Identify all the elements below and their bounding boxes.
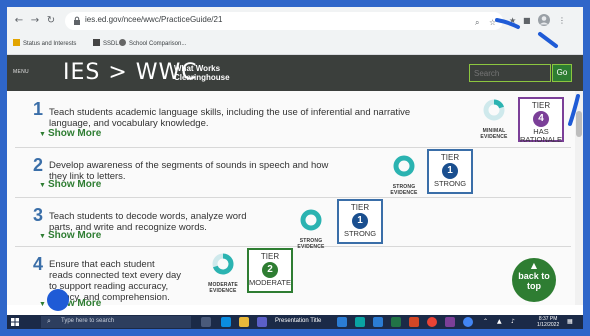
show-more-link[interactable]: ▼ Show More (39, 128, 101, 139)
app-icon[interactable] (463, 317, 473, 327)
recommendation-number: 1 (33, 99, 44, 119)
zoom-icon[interactable]: ⌕ (475, 18, 479, 28)
bookmark-favicon-icon (93, 39, 100, 46)
bookmark-favicon-icon (119, 39, 126, 46)
site-search-input[interactable] (469, 64, 551, 82)
windows-start-icon[interactable] (11, 318, 19, 326)
menu-dots-icon[interactable]: ⋮ (558, 16, 566, 25)
back-arrow-icon[interactable]: ← (13, 15, 25, 27)
tier-badge: TIER 1 STRONG (337, 199, 383, 244)
teams-icon[interactable] (257, 317, 267, 327)
tier-number: 4 (533, 111, 549, 127)
forward-arrow-icon[interactable]: → (29, 15, 41, 27)
site-header: MENU IES > WWC What Works Clearinghouse … (7, 55, 583, 91)
recommendation-number: 2 (33, 155, 44, 175)
tier-number: 1 (442, 163, 458, 179)
bookmark-item[interactable]: SSDL (93, 39, 119, 47)
chevron-down-icon: ▼ (39, 131, 46, 138)
taskbar-tooltip: Presentation Title (275, 318, 322, 324)
app-icon[interactable] (445, 317, 455, 327)
moderate-evidence-icon (212, 253, 234, 275)
show-more-link[interactable]: ▼ Show More (39, 179, 101, 190)
tier-number: 1 (352, 213, 368, 229)
network-icon[interactable]: ▲ (497, 318, 502, 325)
screenshot-frame: ← → ↻ ies.ed.gov/ncee/wwc/PracticeGuide/… (0, 0, 590, 336)
edge-icon[interactable] (221, 317, 231, 327)
task-view-icon[interactable] (201, 317, 211, 327)
reload-icon[interactable]: ↻ (45, 15, 57, 27)
bookmarks-bar: Status and Interests SSDL School Compari… (7, 35, 583, 53)
browser-toolbar: ← → ↻ ies.ed.gov/ncee/wwc/PracticeGuide/… (7, 7, 583, 55)
puzzle-icon[interactable]: ■ (523, 16, 531, 25)
outlook-icon[interactable] (373, 317, 383, 327)
evidence-badge: MODERATE EVIDENCE (203, 253, 243, 294)
evidence-badge: STRONG EVIDENCE (384, 155, 424, 196)
bookmark-star-icon[interactable]: ☆ (489, 18, 496, 27)
tier-badge: TIER 4 HAS RATIONALE (518, 97, 564, 144)
tier-badge: TIER 2 MODERATE (247, 248, 293, 293)
screen: ← → ↻ ies.ed.gov/ncee/wwc/PracticeGuide/… (7, 7, 583, 329)
word-icon[interactable] (337, 317, 347, 327)
powerpoint-icon[interactable] (409, 317, 419, 327)
up-arrow-icon: ▲ (530, 261, 538, 270)
lock-icon (74, 16, 80, 25)
bookmark-favicon-icon (13, 39, 20, 46)
chrome-icon[interactable] (427, 317, 437, 327)
wwc-subtitle: What Works Clearinghouse (174, 64, 230, 82)
scrollbar-thumb[interactable] (576, 111, 582, 137)
extension-icon[interactable]: ★ (509, 16, 516, 25)
file-explorer-icon[interactable] (239, 317, 249, 327)
address-bar[interactable]: ies.ed.gov/ncee/wwc/PracticeGuide/21 ⌕ ☆ (65, 12, 503, 30)
back-to-top-button[interactable]: ▲ back to top (512, 258, 556, 302)
excel-icon[interactable] (391, 317, 401, 327)
profile-avatar-icon[interactable] (537, 13, 551, 27)
strong-evidence-icon (393, 155, 415, 177)
recommendation-item: 1 Teach students academic language skill… (15, 91, 571, 148)
windows-taskbar: ⌕ Type here to search Presentation Title… (7, 315, 583, 329)
recommendation-number: 4 (33, 254, 44, 274)
chevron-down-icon: ▼ (39, 301, 46, 308)
evidence-badge: MINIMAL EVIDENCE (474, 99, 514, 140)
app-icon[interactable] (355, 317, 365, 327)
taskbar-clock[interactable]: 8:37 PM 1/12/2022 (537, 316, 559, 328)
tier-number: 2 (262, 262, 278, 278)
bookmark-item[interactable]: Status and Interests (13, 39, 76, 47)
recommendation-item: 2 Develop awareness of the segments of s… (15, 148, 571, 198)
recommendations-list: 1 Teach students academic language skill… (7, 91, 583, 305)
volume-icon[interactable]: ♪ (511, 318, 515, 325)
taskbar-search-box[interactable]: ⌕ Type here to search (41, 316, 191, 328)
notification-icon[interactable]: ▦ (567, 318, 573, 325)
chevron-down-icon: ▼ (39, 182, 46, 189)
go-button[interactable]: Go (552, 64, 572, 82)
tier-badge: TIER 1 STRONG (427, 149, 473, 194)
bookmark-item[interactable]: School Comparison... (119, 39, 186, 47)
menu-button[interactable]: MENU (13, 69, 29, 75)
url-text: ies.ed.gov/ncee/wwc/PracticeGuide/21 (85, 15, 223, 24)
recommendation-text: Ensure that each student reads connected… (49, 259, 182, 303)
pen-annotation-dot (47, 289, 69, 311)
recommendation-number: 3 (33, 205, 44, 225)
evidence-badge: STRONG EVIDENCE (291, 209, 331, 250)
show-more-link[interactable]: ▼ Show More (39, 230, 101, 241)
scrollbar[interactable] (575, 91, 583, 305)
tray-chevron-icon[interactable]: ⌃ (483, 318, 488, 325)
recommendation-text: Teach students academic language skills,… (49, 107, 411, 129)
minimal-evidence-icon (483, 99, 505, 121)
search-icon: ⌕ (47, 317, 51, 325)
recommendation-item: 3 Teach students to decode words, analyz… (15, 198, 571, 250)
chevron-down-icon: ▼ (39, 233, 46, 240)
strong-evidence-icon (300, 209, 322, 231)
recommendation-item: 4 Ensure that each student reads connect… (15, 247, 571, 305)
